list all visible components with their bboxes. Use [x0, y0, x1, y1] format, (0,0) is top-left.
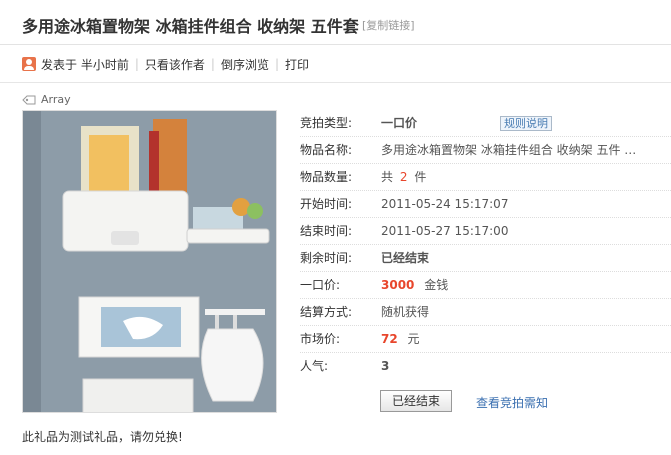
- title-bar: 多用途冰箱置物架 冰箱挂件组合 收纳架 五件套 [复制链接]: [0, 0, 671, 45]
- reverse-order-link[interactable]: 倒序浏览: [221, 56, 269, 73]
- row-popularity: 人气: 3: [300, 353, 671, 380]
- tag-icon: [22, 95, 36, 104]
- footer-note: 此礼品为测试礼品，请勿兑换!: [22, 430, 183, 444]
- auction-type-value: 一口价: [381, 116, 418, 130]
- row-quantity: 物品数量: 共 2 件: [300, 164, 671, 191]
- row-market-price: 市场价: 72 元: [300, 326, 671, 353]
- tag[interactable]: Array: [22, 93, 71, 106]
- popularity-value: 3: [381, 359, 390, 373]
- rules-button[interactable]: 规则说明: [500, 116, 552, 131]
- auction-type-label: 竞拍类型:: [300, 116, 353, 130]
- price-value: 3000: [381, 278, 415, 292]
- price-label: 一口价:: [300, 278, 341, 292]
- row-start-time: 开始时间: 2011-05-24 15:17:07: [300, 191, 671, 218]
- copy-link[interactable]: [复制链接]: [362, 17, 415, 33]
- auction-ended-button[interactable]: 已经结束: [380, 390, 452, 412]
- popularity-label: 人气:: [300, 359, 329, 373]
- end-time-label: 结束时间:: [300, 224, 353, 238]
- separator: |: [274, 57, 279, 71]
- quantity-unit: 件: [414, 170, 427, 184]
- row-settlement: 结算方式: 随机获得: [300, 299, 671, 326]
- divider: [0, 82, 671, 83]
- quantity-value: 2: [399, 170, 408, 184]
- separator: |: [134, 57, 139, 71]
- separator: |: [210, 57, 215, 71]
- start-time-value: 2011-05-24 15:17:07: [381, 197, 509, 211]
- print-link[interactable]: 打印: [285, 56, 309, 73]
- quantity-value-group: 共 2 件: [381, 164, 426, 191]
- price-value-group: 3000 金钱: [381, 272, 448, 299]
- remaining-label: 剩余时间:: [300, 251, 353, 265]
- quantity-prefix: 共: [381, 170, 394, 184]
- only-author-link[interactable]: 只看该作者: [145, 56, 205, 73]
- price-unit: 金钱: [424, 278, 449, 292]
- posted-time: 发表于 半小时前: [41, 57, 129, 72]
- settlement-label: 结算方式:: [300, 305, 353, 319]
- page-title: 多用途冰箱置物架 冰箱挂件组合 收纳架 五件套: [22, 17, 359, 36]
- settlement-value: 随机获得: [381, 305, 430, 319]
- item-name-value: 多用途冰箱置物架 冰箱挂件组合 收纳架 五件 …: [381, 143, 637, 157]
- row-remaining: 剩余时间: 已经结束: [300, 245, 671, 272]
- end-time-value: 2011-05-27 15:17:00: [381, 224, 509, 238]
- row-end-time: 结束时间: 2011-05-27 15:17:00: [300, 218, 671, 245]
- tag-label: Array: [41, 93, 71, 106]
- row-item-name: 物品名称: 多用途冰箱置物架 冰箱挂件组合 收纳架 五件 …: [300, 137, 671, 164]
- row-auction-type: 竞拍类型: 一口价 规则说明: [300, 110, 671, 137]
- fridge-rack-illustration: [23, 111, 276, 412]
- user-icon: [22, 57, 36, 71]
- market-price-value-group: 72 元: [381, 326, 420, 353]
- start-time-label: 开始时间:: [300, 197, 353, 211]
- quantity-label: 物品数量:: [300, 170, 353, 184]
- market-price-label: 市场价:: [300, 332, 341, 346]
- view-auction-notice-link[interactable]: 查看竞拍需知: [476, 394, 548, 411]
- remaining-value: 已经结束: [381, 251, 430, 265]
- product-image: [22, 110, 277, 413]
- market-price-value: 72: [381, 332, 398, 346]
- market-price-unit: 元: [407, 332, 420, 346]
- post-meta-bar: 发表于 半小时前 | 只看该作者 | 倒序浏览 | 打印: [22, 55, 309, 73]
- row-price: 一口价: 3000 金钱: [300, 272, 671, 299]
- item-name-label: 物品名称:: [300, 143, 353, 157]
